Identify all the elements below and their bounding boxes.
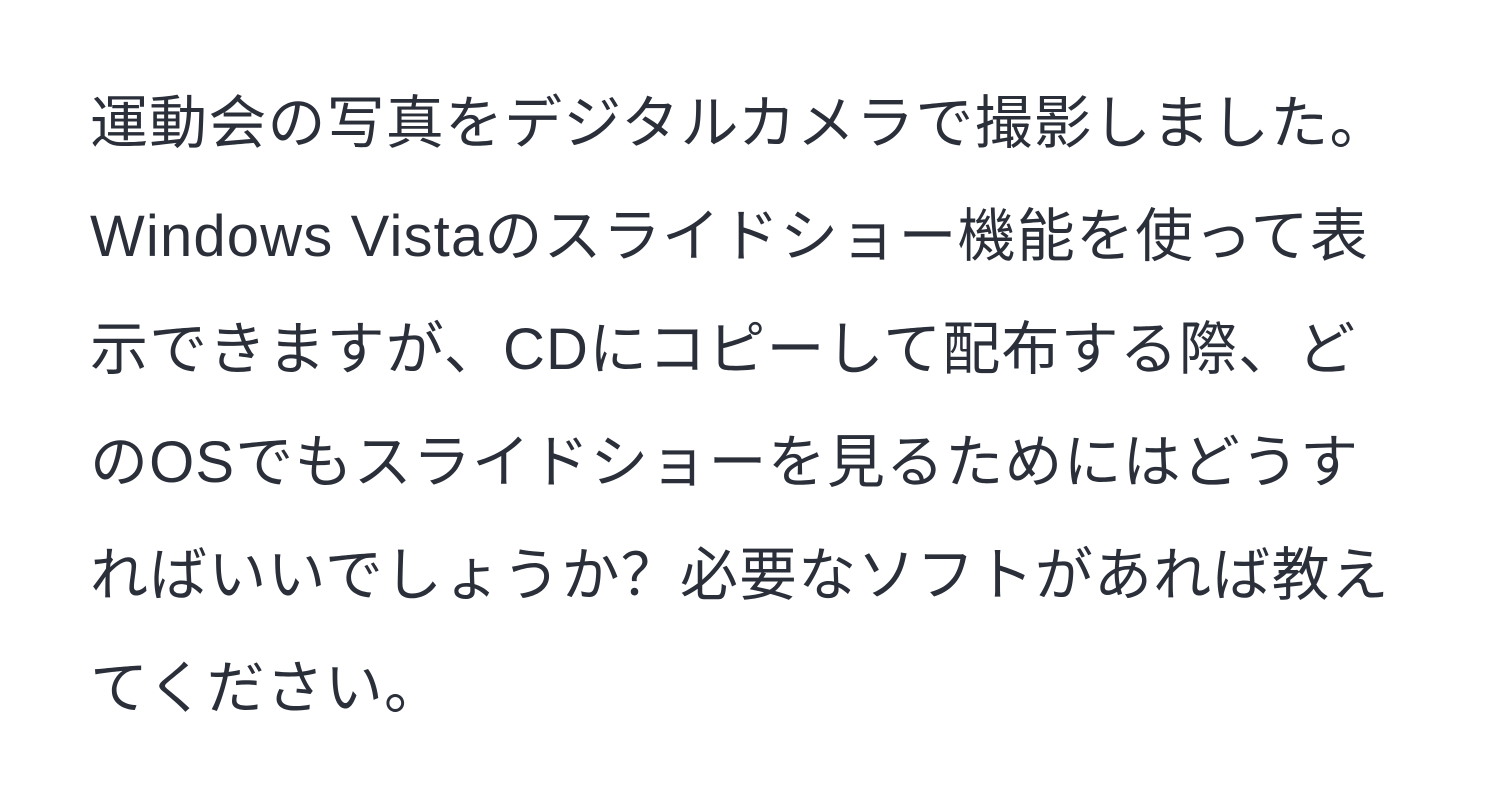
paragraph-text: 運動会の写真をデジタルカメラで撮影しました。Windows Vistaのスライド…	[90, 67, 1410, 746]
